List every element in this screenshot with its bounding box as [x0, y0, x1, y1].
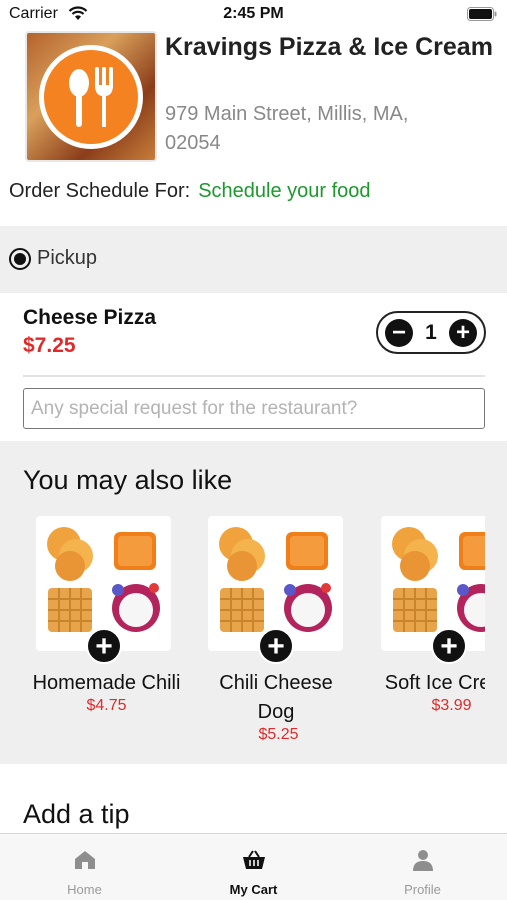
- add-item-button[interactable]: +: [258, 628, 294, 664]
- add-item-button[interactable]: +: [431, 628, 467, 664]
- suggestion-name: Homemade Chili: [32, 672, 181, 694]
- schedule-label: Order Schedule For:: [9, 180, 191, 202]
- food-image: [381, 516, 485, 651]
- basket-icon: [243, 850, 265, 869]
- tab-home[interactable]: Home: [0, 834, 169, 900]
- add-tip-title: Add a tip: [23, 799, 130, 829]
- special-request-input[interactable]: [23, 388, 485, 429]
- pickup-label[interactable]: Pickup: [37, 247, 97, 270]
- suggestion-price: $3.99: [431, 697, 472, 714]
- status-bar: Carrier 2:45 PM: [0, 0, 507, 30]
- cart-item-price: $7.25: [23, 334, 76, 357]
- suggestion-name: Soft Ice Cream: [384, 672, 485, 694]
- divider: [23, 375, 485, 377]
- tab-home-label: Home: [67, 882, 102, 897]
- pickup-radio-icon[interactable]: [9, 248, 31, 270]
- suggestions-carousel[interactable]: + Homemade Chili $4.75 + Chili Cheese Do…: [0, 441, 485, 764]
- tab-my-cart[interactable]: My Cart: [169, 834, 338, 900]
- increase-quantity-button[interactable]: +: [449, 319, 477, 347]
- battery-icon: [467, 7, 497, 21]
- suggestion-name: Chili Cheese Dog: [219, 672, 333, 723]
- home-icon: [75, 851, 95, 869]
- suggestion-card[interactable]: + Chili Cheese Dog $5.25: [196, 516, 366, 756]
- tab-profile-label: Profile: [404, 882, 441, 897]
- restaurant-address: 979 Main Street, Millis, MA, 02054: [165, 103, 409, 154]
- restaurant-logo: [25, 31, 157, 162]
- status-time: 2:45 PM: [223, 5, 284, 22]
- suggestion-price: $5.25: [258, 726, 299, 743]
- suggestion-price: $4.75: [86, 697, 127, 714]
- order-type-bar: Pickup: [0, 226, 507, 293]
- suggestion-card[interactable]: + Soft Ice Cream $3.99: [369, 516, 485, 756]
- schedule-food-link[interactable]: Schedule your food: [198, 180, 370, 202]
- tab-bar: Home My Cart Profile: [0, 833, 507, 900]
- suggestion-card[interactable]: + Homemade Chili $4.75: [24, 516, 194, 756]
- cart-item-name: Cheese Pizza: [23, 306, 157, 329]
- fork-spoon-icon: [69, 67, 113, 127]
- order-schedule-row: Order Schedule For: Schedule your food: [9, 180, 371, 203]
- restaurant-name: Kravings Pizza & Ice Cream: [165, 33, 493, 61]
- add-item-button[interactable]: +: [86, 628, 122, 664]
- tab-my-cart-label: My Cart: [229, 882, 278, 897]
- person-icon: [413, 850, 433, 871]
- quantity-stepper: − 1 +: [376, 311, 486, 354]
- suggestions-section: You may also like + Homemade Chili $4.75: [0, 441, 507, 764]
- tab-profile[interactable]: Profile: [338, 834, 507, 900]
